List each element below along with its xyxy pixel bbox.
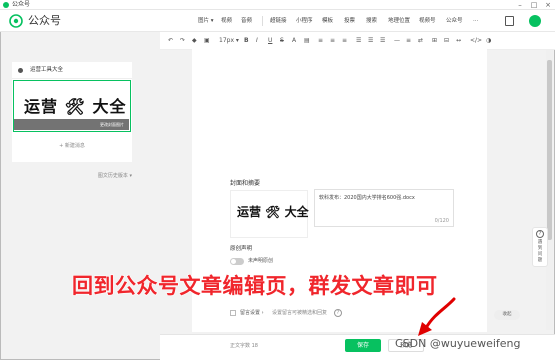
cover-thumb-text: 运营 🛠 大全 xyxy=(237,205,309,219)
menu-template[interactable]: 模板 xyxy=(322,15,333,27)
font-color-icon[interactable]: A xyxy=(292,36,296,46)
strikethrough-icon[interactable]: S xyxy=(280,36,284,46)
help-widget-label: 遇到问题 xyxy=(537,240,543,263)
cover-summary-label: 封面和摘要 xyxy=(230,180,261,187)
code-icon[interactable]: </> xyxy=(470,36,482,46)
bold-icon[interactable]: B xyxy=(244,36,249,46)
fold-button[interactable]: 收起 xyxy=(494,310,520,320)
article-item-header[interactable]: 运营工具大全 xyxy=(12,62,132,79)
menu-divider xyxy=(262,16,263,26)
article-dot-icon xyxy=(18,68,23,73)
history-versions-link[interactable]: 图文历史版本 ▾ xyxy=(12,172,132,179)
summary-count: 0/120 xyxy=(434,218,449,224)
document-icon[interactable] xyxy=(505,16,514,26)
original-declaration-label: 原创声明 xyxy=(230,246,253,252)
title-bar: 公众号 – □ × xyxy=(0,0,555,10)
original-toggle[interactable] xyxy=(230,258,244,265)
align-right-icon[interactable]: ≡ xyxy=(342,36,347,46)
align-left-icon[interactable]: ≡ xyxy=(318,36,323,46)
article-title: 运营工具大全 xyxy=(30,67,64,73)
article-cover[interactable]: 运营 🛠 大全 更改封面图片 xyxy=(13,80,131,132)
summary-input[interactable]: 软科发布：2020国内大学排名600强.docx 0/120 xyxy=(314,189,454,227)
menu-search[interactable]: 搜索 xyxy=(366,15,377,27)
menu-location[interactable]: 地理位置 xyxy=(388,15,410,27)
align-center-icon[interactable]: ≡ xyxy=(330,36,335,46)
top-header: 公众号 图片 ▾ 视频 音频 超链接 小程序 模板 投票 搜索 地理位置 视频号… xyxy=(0,10,555,32)
original-toggle-label: 未声明原创 xyxy=(248,258,274,264)
menu-audio[interactable]: 音频 xyxy=(241,15,252,27)
maximize-icon[interactable]: □ xyxy=(527,0,541,10)
table-icon[interactable]: ⊞ xyxy=(432,36,437,46)
indent-icon[interactable]: ☰ xyxy=(356,36,361,46)
divider-icon[interactable]: — xyxy=(394,36,400,46)
background-color-icon[interactable]: ▤ xyxy=(304,36,310,46)
article-list-panel: 运营工具大全 运营 🛠 大全 更改封面图片 + 新建消息 xyxy=(12,62,132,162)
clear-format-icon[interactable]: ▣ xyxy=(204,36,210,46)
menu-hyperlink[interactable]: 超链接 xyxy=(270,15,287,27)
undo-icon[interactable]: ↶ xyxy=(168,36,173,46)
save-button[interactable]: 保存 xyxy=(345,339,381,352)
font-size-select[interactable]: 17px ▾ xyxy=(218,36,240,46)
swap-icon[interactable]: ⇄ xyxy=(418,36,423,46)
menu-more[interactable]: ··· xyxy=(473,15,478,27)
new-message-button[interactable]: + 新建消息 xyxy=(12,142,132,149)
menu-official-account[interactable]: 公众号 xyxy=(446,15,463,27)
menu-channels[interactable]: 视频号 xyxy=(419,15,436,27)
word-count: 正文字数 18 xyxy=(230,343,258,349)
app-icon xyxy=(3,2,9,8)
letter-spacing-icon[interactable]: ☰ xyxy=(380,36,385,46)
message-settings-label[interactable]: 留言设置 › xyxy=(240,309,264,317)
question-icon: ? xyxy=(536,230,544,238)
menu-miniprogram[interactable]: 小程序 xyxy=(296,15,313,27)
menu-vote[interactable]: 投票 xyxy=(344,15,355,27)
line-height-icon[interactable]: ☰ xyxy=(368,36,373,46)
scrollbar-thumb[interactable] xyxy=(547,60,552,240)
window-title: 公众号 xyxy=(12,1,31,8)
redo-icon[interactable]: ↷ xyxy=(180,36,185,46)
italic-icon[interactable]: I xyxy=(256,36,258,46)
pointer-arrow-icon xyxy=(418,297,456,336)
message-settings-desc: 设置留言可被精选和回复 xyxy=(272,310,328,316)
logo-text: 公众号 xyxy=(28,14,61,27)
menu-video[interactable]: 视频 xyxy=(221,15,232,27)
theme-icon[interactable]: ◑ xyxy=(486,36,491,46)
summary-text: 软科发布：2020国内大学排名600强.docx xyxy=(319,195,415,201)
minimize-icon[interactable]: – xyxy=(513,0,527,10)
close-icon[interactable]: × xyxy=(541,0,555,10)
list-icon[interactable]: ≡ xyxy=(406,36,411,46)
overlay-instruction: 回到公众号文章编辑页，群发文章即可 xyxy=(71,273,438,298)
wechat-mp-logo-icon xyxy=(9,14,23,28)
change-cover-link[interactable]: 更改封面图片 xyxy=(100,121,124,128)
cover-thumbnail[interactable]: 运营 🛠 大全 xyxy=(230,190,309,238)
avatar[interactable] xyxy=(529,15,541,27)
cover-text: 运营 🛠 大全 xyxy=(24,97,127,116)
menu-image[interactable]: 图片 ▾ xyxy=(198,15,214,27)
csdn-watermark: CSDN @wuyueweifeng xyxy=(395,337,521,350)
format-brush-icon[interactable]: ◆ xyxy=(192,36,197,46)
block-icon[interactable]: ⊟ xyxy=(444,36,449,46)
help-icon[interactable]: ? xyxy=(334,309,342,317)
link-icon[interactable]: ↔ xyxy=(456,36,461,46)
underline-icon[interactable]: U xyxy=(268,36,272,46)
message-settings-checkbox[interactable] xyxy=(230,310,236,316)
